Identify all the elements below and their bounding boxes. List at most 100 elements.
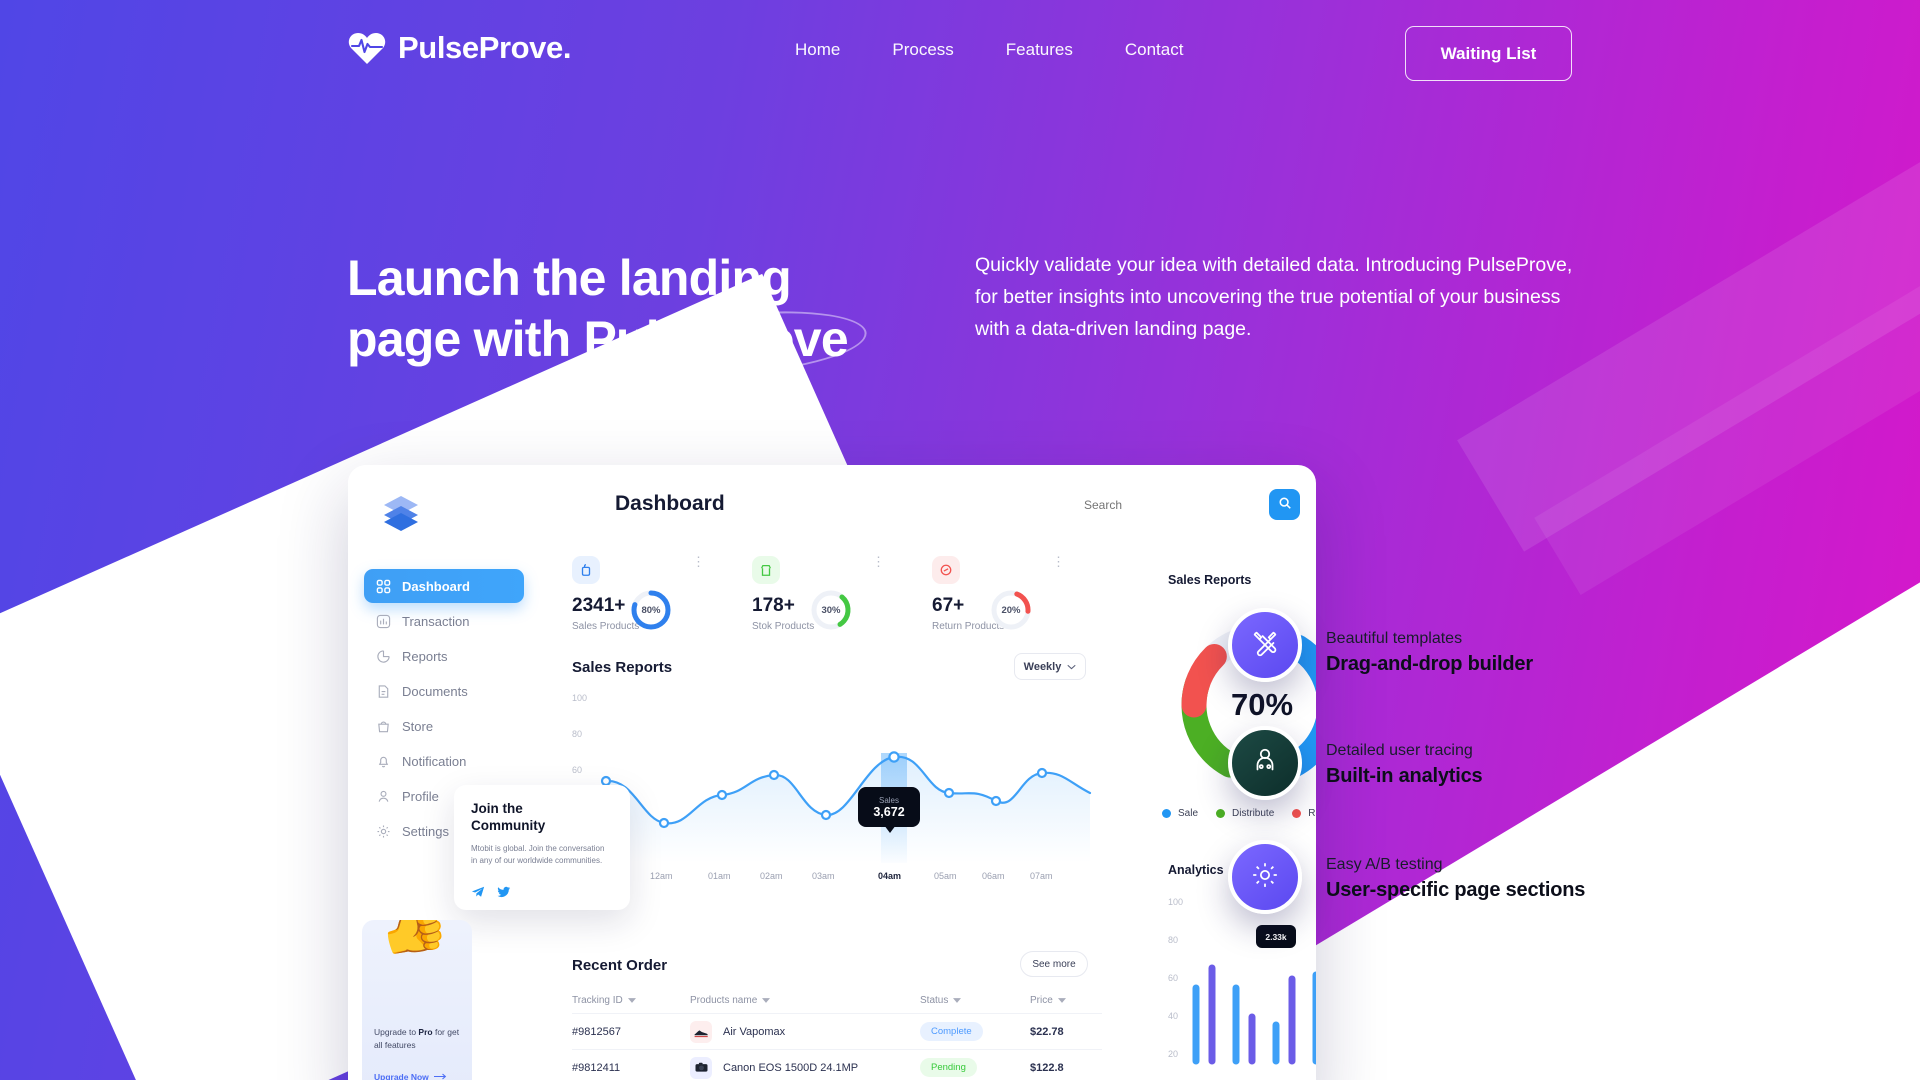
x-tick-6: 05am — [934, 871, 957, 881]
bag-icon — [376, 719, 391, 734]
search-button[interactable] — [1269, 489, 1300, 520]
stat-card-return-products[interactable]: 67+ Return Products ⋮ 20% — [894, 543, 1094, 645]
sort-caret-icon — [627, 995, 636, 1006]
column-label: Price — [1030, 994, 1053, 1006]
right-sales-reports-title: Sales Reports — [1168, 573, 1252, 587]
feature-caption-analytics: Detailed user tracing Built-in analytics — [1326, 740, 1483, 790]
cell-price: $122.8 — [1030, 1061, 1064, 1074]
chart-tooltip: Sales 3,672 — [858, 787, 920, 827]
stat-card-stok-products[interactable]: 178+ Stok Products ⋮ 30% — [714, 543, 914, 645]
upgrade-text-before: Upgrade to — [374, 1027, 419, 1037]
nav-link-features[interactable]: Features — [1006, 40, 1073, 60]
community-title-line-1: Join the — [471, 801, 523, 816]
upgrade-link-label: Upgrade Now — [374, 1072, 429, 1080]
x-tick-8: 07am — [1030, 871, 1053, 881]
column-header-products-name[interactable]: Products name — [690, 995, 920, 1006]
feature-caption-builder: Beautiful templates Drag-and-drop builde… — [1326, 628, 1533, 678]
shopping-bag-icon — [572, 556, 600, 584]
stats-row: 2341+ Sales Products ⋮ 80% 178+ Stok Pro… — [534, 543, 1134, 645]
tooltip-tail — [884, 825, 896, 833]
pie-icon — [376, 649, 391, 664]
more-options-icon[interactable]: ⋮ — [692, 555, 705, 568]
recent-order-panel: Recent Order See more Tracking ID Produc… — [534, 945, 1134, 1080]
sidebar-item-reports[interactable]: Reports — [364, 639, 524, 673]
feature-large-label: Built-in analytics — [1326, 765, 1483, 788]
feature-caption-ab-testing: Easy A/B testing User-specific page sect… — [1326, 854, 1585, 904]
sort-caret-icon — [953, 995, 962, 1006]
more-options-icon[interactable]: ⋮ — [872, 555, 885, 568]
community-title: Join the Community — [471, 801, 581, 835]
x-tick-2: 01am — [708, 871, 731, 881]
sidebar-label: Notification — [402, 753, 467, 769]
cell-product: Canon EOS 1500D 24.1MP — [690, 1056, 920, 1079]
sidebar-item-store[interactable]: Store — [364, 709, 524, 743]
nav-link-process[interactable]: Process — [892, 40, 953, 60]
stat-value: 67+ — [932, 595, 965, 616]
column-header-status[interactable]: Status — [920, 995, 1030, 1006]
column-header-price[interactable]: Price — [1030, 995, 1102, 1006]
sort-caret-icon — [1057, 995, 1066, 1006]
sidebar-item-notification[interactable]: Notification — [364, 744, 524, 778]
column-header-tracking-id[interactable]: Tracking ID — [572, 995, 690, 1006]
tooltip-value: 3,672 — [873, 804, 905, 819]
cell-product-name: Canon EOS 1500D 24.1MP — [723, 1061, 859, 1074]
table-row[interactable]: #9812567 Air Vapomax Complete $22.78 — [572, 1013, 1102, 1049]
bell-icon — [376, 754, 391, 769]
feature-bubble-ab-testing[interactable] — [1228, 840, 1302, 914]
legend-item-sale: Sale — [1162, 808, 1198, 819]
table-header-row: Tracking ID Products name Status Price — [572, 987, 1102, 1013]
store-icon — [752, 556, 780, 584]
stat-card-sales-products[interactable]: 2341+ Sales Products ⋮ 80% — [534, 543, 734, 645]
camera-icon — [690, 1056, 712, 1079]
grid-icon — [376, 579, 391, 594]
stat-value: 2341+ — [572, 595, 626, 616]
tooltip-title: Sales — [878, 795, 899, 805]
brand-logo[interactable]: PulseProve. — [348, 30, 571, 66]
nav-links: Home Process Features Contact — [795, 40, 1183, 60]
user-group-icon — [1250, 746, 1280, 781]
cell-tracking-id: #9812411 — [572, 1061, 621, 1074]
range-select-weekly[interactable]: Weekly — [1014, 653, 1086, 680]
nav-link-home[interactable]: Home — [795, 40, 840, 60]
stat-value: 178+ — [752, 595, 795, 616]
see-more-button[interactable]: See more — [1020, 951, 1088, 977]
community-social-icons — [471, 885, 511, 899]
upgrade-card[interactable]: 👍 Upgrade to Pro for get all features Up… — [362, 920, 472, 1080]
x-tick-5: 04am — [878, 871, 902, 881]
cell-status: Complete — [920, 1022, 1030, 1041]
more-options-icon[interactable]: ⋮ — [1052, 555, 1065, 568]
tools-icon — [1250, 628, 1280, 663]
feature-bubble-analytics[interactable] — [1228, 726, 1302, 800]
sidebar-label: Dashboard — [402, 578, 470, 594]
chart-box-icon — [376, 614, 391, 629]
feature-bubble-builder[interactable] — [1228, 608, 1302, 682]
heart-pulse-icon — [348, 31, 386, 65]
sidebar-item-documents[interactable]: Documents — [364, 674, 524, 708]
legend-swatch — [1292, 809, 1302, 818]
sidebar-item-dashboard[interactable]: Dashboard — [364, 569, 524, 603]
search-input[interactable] — [1084, 498, 1244, 512]
community-title-line-2: Community — [471, 817, 546, 833]
feature-small-label: Easy A/B testing — [1326, 856, 1443, 873]
sort-caret-icon — [762, 995, 771, 1006]
sidebar-label: Reports — [402, 648, 448, 664]
nav-link-contact[interactable]: Contact — [1125, 40, 1184, 60]
upgrade-now-link[interactable]: Upgrade Now — [374, 1072, 447, 1080]
navbar: PulseProve. Home Process Features Contac… — [0, 0, 1920, 110]
brand-name: PulseProve. — [398, 30, 572, 65]
sidebar-item-transaction[interactable]: Transaction — [364, 604, 524, 638]
thumbs-up-icon: 👍 — [369, 920, 455, 963]
dashboard-header: Dashboard Angelina Joli — [534, 465, 1316, 543]
status-badge: Pending — [920, 1058, 977, 1077]
layers-logo-icon — [380, 493, 422, 533]
stat-percent: 30% — [821, 604, 841, 616]
telegram-icon[interactable] — [471, 885, 485, 899]
feature-large-label: User-specific page sections — [1326, 879, 1586, 902]
twitter-icon[interactable] — [497, 885, 511, 899]
waiting-list-button[interactable]: Waiting List — [1405, 26, 1572, 81]
document-icon — [376, 684, 391, 699]
analytics-title: Analytics — [1168, 863, 1224, 877]
hero-title-line-2: page with PulseProve — [347, 311, 849, 367]
legend-swatch — [1216, 809, 1226, 818]
table-row[interactable]: #9812411 Canon EOS 1500D 24.1MP Pending … — [572, 1049, 1102, 1080]
